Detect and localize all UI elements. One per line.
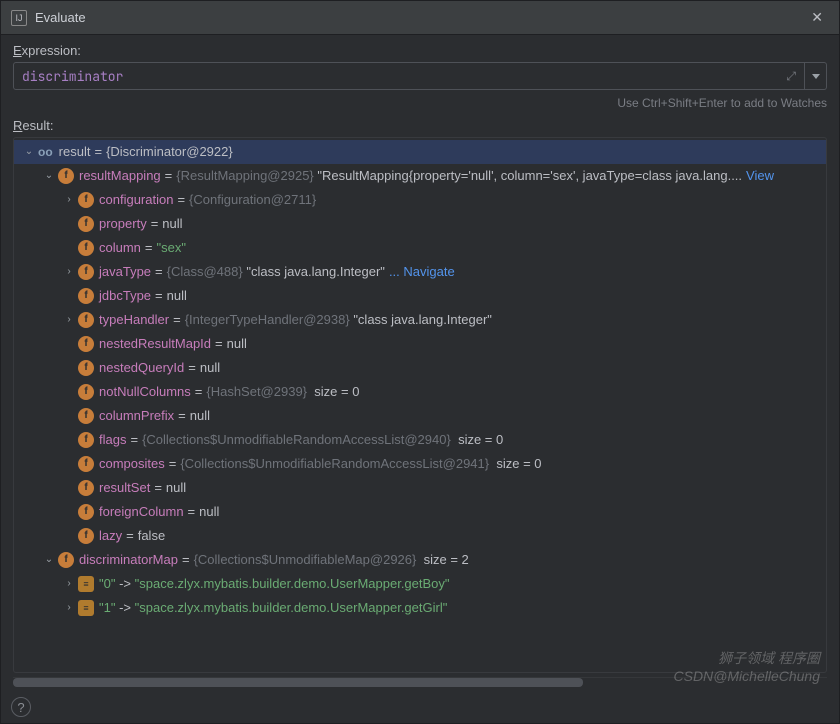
expand-icon[interactable]: › [62,190,76,210]
field-icon: f [78,216,94,232]
expression-row: discriminator ⤢ [13,62,827,90]
tree-row-column[interactable]: · f column = "sex" [14,236,826,260]
expand-icon[interactable]: ⌄ [22,142,36,162]
view-link[interactable]: View [746,166,774,186]
result-panel[interactable]: ⌄ oo result = {Discriminator@2922} ⌄ f r… [13,137,827,673]
dialog-footer: ? [1,691,839,723]
field-icon: f [78,480,94,496]
tree-row-javatype[interactable]: › f javaType = {Class@488} "class java.l… [14,260,826,284]
expand-icon[interactable]: › [62,310,76,330]
dialog-body: Expression: discriminator ⤢ Use Ctrl+Shi… [1,35,839,691]
tree-row-notnullcolumns[interactable]: · f notNullColumns = {HashSet@2939} size… [14,380,826,404]
horizontal-scrollbar[interactable] [13,677,827,687]
expand-icon[interactable]: › [62,262,76,282]
help-icon[interactable]: ? [11,697,31,717]
tree-row-discriminatormap[interactable]: ⌄ f discriminatorMap = {Collections$Unmo… [14,548,826,572]
field-icon: f [78,528,94,544]
result-tree: ⌄ oo result = {Discriminator@2922} ⌄ f r… [14,138,826,630]
evaluate-dialog: IJ Evaluate ✕ Expression: discriminator … [0,0,840,724]
map-entry-icon: ≡ [78,576,94,592]
shortcut-hint: Use Ctrl+Shift+Enter to add to Watches [13,96,827,110]
field-icon: f [78,408,94,424]
field-icon: f [78,240,94,256]
tree-row-resultset[interactable]: · f resultSet = null [14,476,826,500]
map-entry-icon: ≡ [78,600,94,616]
tree-row-lazy[interactable]: · f lazy = false [14,524,826,548]
field-icon: f [78,336,94,352]
window-title: Evaluate [35,10,805,25]
tree-row-result[interactable]: ⌄ oo result = {Discriminator@2922} [14,140,826,164]
expand-icon[interactable]: ⌄ [42,550,56,570]
tree-row-property[interactable]: · f property = null [14,212,826,236]
field-icon: f [78,288,94,304]
tree-row-nestedqueryid[interactable]: · f nestedQueryId = null [14,356,826,380]
tree-row-foreigncolumn[interactable]: · f foreignColumn = null [14,500,826,524]
titlebar: IJ Evaluate ✕ [1,1,839,35]
result-label: Result: [13,118,827,133]
expand-icon[interactable]: › [62,574,76,594]
field-icon: f [78,504,94,520]
tree-row-composites[interactable]: · f composites = {Collections$Unmodifiab… [14,452,826,476]
field-icon: f [58,552,74,568]
field-icon: f [78,312,94,328]
object-icon: oo [38,144,53,160]
tree-row-map-entry[interactable]: › ≡ "0" -> "space.zlyx.mybatis.builder.d… [14,572,826,596]
app-icon: IJ [11,10,27,26]
expand-icon[interactable]: › [62,598,76,618]
expand-icon[interactable]: ⌄ [42,166,56,186]
field-icon: f [78,264,94,280]
history-dropdown-button[interactable] [805,62,827,90]
expression-value: discriminator [22,68,123,85]
tree-row-resultmapping[interactable]: ⌄ f resultMapping = {ResultMapping@2925}… [14,164,826,188]
expression-input[interactable]: discriminator ⤢ [13,62,805,90]
close-icon[interactable]: ✕ [805,7,829,28]
field-icon: f [78,456,94,472]
tree-row-jdbctype[interactable]: · f jdbcType = null [14,284,826,308]
field-icon: f [78,360,94,376]
field-icon: f [78,384,94,400]
expand-icon[interactable]: ⤢ [786,68,796,84]
chevron-down-icon [812,74,820,79]
expression-label: Expression: [13,43,827,58]
scrollbar-thumb[interactable] [13,678,583,687]
field-icon: f [78,432,94,448]
tree-row-map-entry[interactable]: › ≡ "1" -> "space.zlyx.mybatis.builder.d… [14,596,826,620]
field-icon: f [58,168,74,184]
tree-row-columnprefix[interactable]: · f columnPrefix = null [14,404,826,428]
tree-row-typehandler[interactable]: › f typeHandler = {IntegerTypeHandler@29… [14,308,826,332]
tree-row-nestedresultmapid[interactable]: · f nestedResultMapId = null [14,332,826,356]
field-icon: f [78,192,94,208]
tree-row-configuration[interactable]: › f configuration = {Configuration@2711} [14,188,826,212]
navigate-link[interactable]: ... Navigate [389,262,455,282]
tree-row-flags[interactable]: · f flags = {Collections$UnmodifiableRan… [14,428,826,452]
